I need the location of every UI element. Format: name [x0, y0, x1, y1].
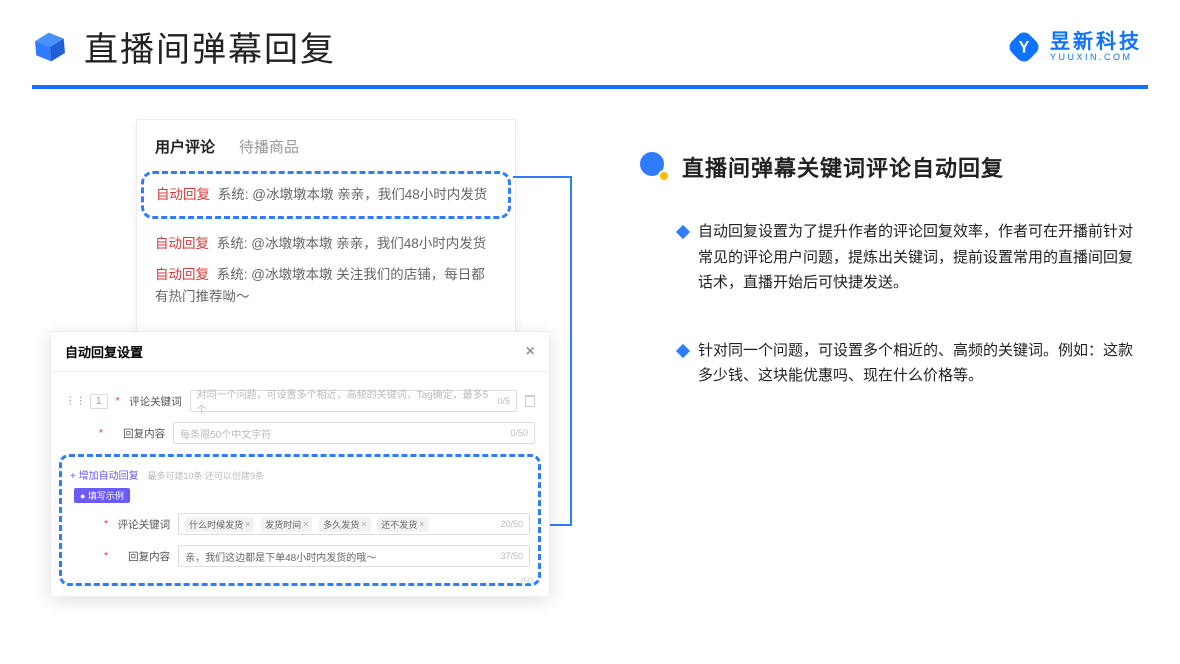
example-keyword-input[interactable]: 什么时候发货× 发货时间× 多久发货× 还不发货× 20/50 — [178, 513, 530, 535]
diamond-icon — [676, 225, 690, 239]
auto-reply-label: 自动回复 — [156, 187, 210, 202]
connector-line — [570, 176, 572, 526]
drag-handle-icon[interactable]: ⋮⋮ 1 — [65, 394, 108, 409]
mockup-column: 用户评论 待播商品 自动回复 系统: @冰墩墩本墩 亲亲，我们48小时内发货 自… — [50, 119, 550, 389]
system-label: 系统: — [218, 187, 249, 202]
tabs: 用户评论 待播商品 — [155, 136, 497, 157]
diamond-icon — [676, 343, 690, 357]
page-title: 直播间弹幕回复 — [84, 22, 336, 71]
brand-icon: Y — [1006, 29, 1042, 65]
keyword-input[interactable]: 对同一个问题，可设置多个相近，高频的关键词，Tag确定，最多5个 0/5 — [190, 390, 517, 412]
bottom-counter: /50 — [520, 576, 533, 586]
close-icon[interactable]: × — [526, 343, 535, 361]
page-header: 直播间弹幕回复 Y 昱新科技 YUUXIN.COM — [0, 0, 1180, 71]
reply-input[interactable]: 每条限50个中文字符 0/50 — [173, 422, 535, 444]
brand-name-en: YUUXIN.COM — [1050, 53, 1142, 63]
comment-item: 自动回复 系统: @冰墩墩本墩 亲亲，我们48小时内发货 — [155, 233, 497, 255]
limit-hint: 最多可建10条 还可以创建9条 — [148, 471, 265, 481]
bullet-item: 针对同一个问题，可设置多个相近的、高频的关键词。例如：这款多少钱、这块能优惠吗、… — [678, 338, 1142, 389]
highlighted-comment: 自动回复 系统: @冰墩墩本墩 亲亲，我们48小时内发货 — [141, 171, 511, 219]
keyword-label: 评论关键词 — [128, 394, 182, 409]
settings-modal: 自动回复设置 × ⋮⋮ 1 * 评论关键词 对同一个问题，可设置多个相近，高频的… — [50, 331, 550, 597]
bullet-item: 自动回复设置为了提升作者的评论回复效率，作者可在开播前针对常见的评论用户问题，提… — [678, 219, 1142, 296]
tab-user-comments[interactable]: 用户评论 — [155, 136, 215, 157]
example-badge: ● 填写示例 — [74, 488, 130, 503]
settings-title: 自动回复设置 — [65, 342, 143, 361]
trash-icon[interactable] — [525, 395, 535, 407]
description-column: 直播间弹幕关键词评论自动回复 自动回复设置为了提升作者的评论回复效率，作者可在开… — [640, 119, 1142, 389]
reply-label: 回复内容 — [111, 426, 165, 441]
example-highlight: + 增加自动回复 最多可建10条 还可以创建9条 ● 填写示例 * 评论关键词 … — [59, 454, 541, 586]
cube-icon — [30, 27, 69, 66]
bubble-icon — [640, 152, 670, 182]
svg-text:Y: Y — [1019, 38, 1030, 56]
comment-item: 自动回复 系统: @冰墩墩本墩 关注我们的店铺，每日都有热门推荐呦～ — [155, 264, 497, 307]
add-auto-reply-link[interactable]: + 增加自动回复 — [70, 471, 139, 482]
feature-title: 直播间弹幕关键词评论自动回复 — [682, 151, 1004, 183]
tab-pending-goods[interactable]: 待播商品 — [239, 136, 299, 157]
example-reply-input[interactable]: 亲，我们这边都是下单48小时内发货的哦～ 37/50 — [178, 545, 530, 567]
brand-logo: Y 昱新科技 YUUXIN.COM — [1006, 29, 1142, 65]
comment-text: @冰墩墩本墩 亲亲，我们48小时内发货 — [252, 187, 487, 202]
brand-name-cn: 昱新科技 — [1050, 31, 1142, 53]
